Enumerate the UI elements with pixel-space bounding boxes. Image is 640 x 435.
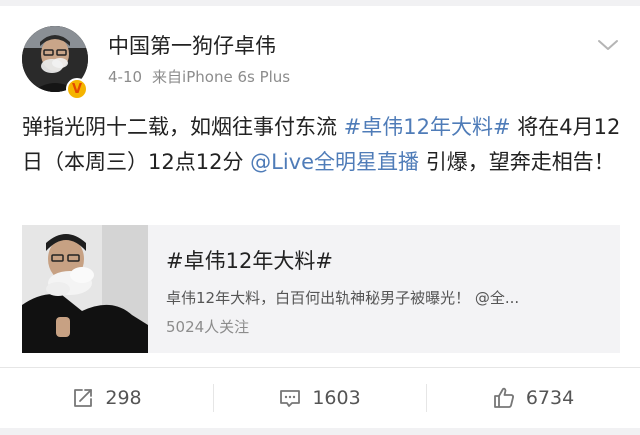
username[interactable]: 中国第一狗仔卓伟 xyxy=(108,30,276,60)
topic-card-description: 卓伟12年大料，白百何出轨神秘男子被曝光！ @全... xyxy=(166,289,520,307)
verified-badge-text: V xyxy=(71,81,83,97)
action-separator xyxy=(213,384,214,412)
comment-bubble-icon xyxy=(280,390,301,407)
action-separator xyxy=(426,384,427,412)
thumbs-up-icon xyxy=(493,387,514,408)
post-date: 4-10 xyxy=(108,68,143,86)
topic-card-photo xyxy=(22,225,148,353)
verified-badge-icon: V xyxy=(66,78,88,100)
like-button[interactable]: 6734 xyxy=(426,368,640,428)
mention-link[interactable]: @Live全明星直播 xyxy=(250,150,419,174)
post-header xyxy=(0,6,640,106)
repost-button[interactable]: 298 xyxy=(0,368,213,428)
topic-card-title: #卓伟12年大料# xyxy=(166,249,333,273)
post-meta: 4-10 来自iPhone 6s Plus xyxy=(108,66,290,87)
post-source: 来自iPhone 6s Plus xyxy=(152,68,291,86)
action-bar: 298 1603 6734 xyxy=(0,368,640,428)
repost-count: 298 xyxy=(105,387,142,409)
comment-button[interactable]: 1603 xyxy=(213,368,426,428)
weibo-post-page: V 中国第一狗仔卓伟 4-10 来自iPhone 6s Plus 弹指光阴十二载，… xyxy=(0,0,640,435)
chevron-down-icon[interactable] xyxy=(597,38,619,52)
share-arrow-icon xyxy=(74,389,93,407)
post-text-part3: 引爆，望奔走相告！ xyxy=(419,150,615,174)
post-text-part1: 弹指光阴十二载，如烟往事付东流 xyxy=(22,115,344,139)
bottom-divider-band xyxy=(0,428,640,435)
post-body: 弹指光阴十二载，如烟往事付东流 #卓伟12年大料# 将在4月12日（本周三）12… xyxy=(22,110,622,180)
topic-card-thumbnail xyxy=(22,225,148,353)
hashtag-link[interactable]: #卓伟12年大料# xyxy=(344,115,511,139)
topic-card[interactable]: #卓伟12年大料# 卓伟12年大料，白百何出轨神秘男子被曝光！ @全... 50… xyxy=(22,225,620,353)
comment-count: 1603 xyxy=(312,387,361,409)
topic-card-followers: 5024人关注 xyxy=(166,318,250,336)
like-count: 6734 xyxy=(525,387,575,409)
